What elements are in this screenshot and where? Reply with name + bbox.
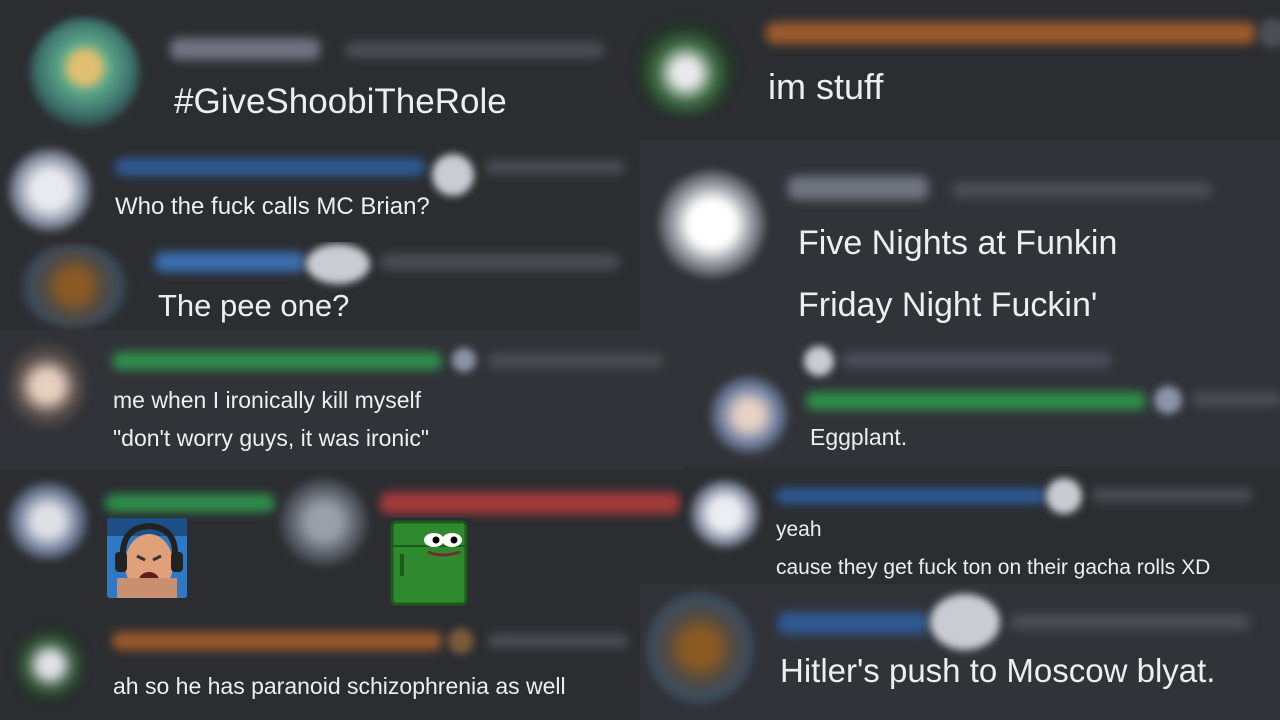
role-icon bbox=[1258, 18, 1280, 48]
avatar[interactable] bbox=[710, 376, 788, 454]
timestamp bbox=[1192, 392, 1280, 406]
username[interactable] bbox=[105, 494, 275, 512]
message-text-line1: yeah bbox=[776, 518, 822, 541]
avatar[interactable] bbox=[658, 170, 766, 278]
message-panel-6: ah so he has paranoid schizophrenia as w… bbox=[0, 610, 640, 720]
username[interactable] bbox=[806, 392, 1146, 410]
avatar[interactable] bbox=[8, 482, 88, 560]
message-text-line2: cause they get fuck ton on their gacha r… bbox=[776, 556, 1211, 579]
reply-avatar bbox=[804, 346, 834, 376]
message-panel-r2: Five Nights at Funkin Friday Night Fucki… bbox=[640, 140, 1280, 340]
message-panel-1: #GiveShoobiTheRole bbox=[0, 0, 618, 140]
username[interactable] bbox=[766, 22, 1256, 44]
message-text: The pee one? bbox=[158, 288, 350, 323]
username[interactable] bbox=[115, 158, 425, 176]
username[interactable] bbox=[170, 38, 320, 60]
message-text: Hitler's push to Moscow blyat. bbox=[780, 652, 1216, 689]
username[interactable] bbox=[155, 252, 305, 272]
timestamp bbox=[380, 254, 620, 270]
username[interactable] bbox=[778, 612, 928, 634]
role-icon bbox=[1154, 386, 1182, 414]
timestamp bbox=[952, 182, 1212, 198]
message-text: ah so he has paranoid schizophrenia as w… bbox=[113, 673, 566, 699]
message-panel-r1: im stuff bbox=[618, 0, 1280, 140]
message-panel-3: The pee one? bbox=[0, 242, 640, 330]
message-panel-r5: Hitler's push to Moscow blyat. bbox=[640, 584, 1280, 720]
role-icon bbox=[432, 154, 474, 196]
avatar[interactable] bbox=[636, 18, 736, 118]
avatar[interactable] bbox=[30, 18, 140, 128]
role-icon bbox=[1046, 478, 1082, 514]
message-panel-5 bbox=[0, 470, 684, 610]
role-icon bbox=[448, 628, 474, 654]
timestamp bbox=[485, 160, 625, 174]
avatar[interactable] bbox=[690, 480, 760, 548]
avatar[interactable] bbox=[280, 478, 368, 566]
pepe-fridge-emote bbox=[386, 518, 472, 608]
message-text: #GiveShoobiTheRole bbox=[174, 82, 507, 121]
avatar[interactable] bbox=[8, 148, 92, 232]
message-text-line1: me when I ironically kill myself bbox=[113, 387, 422, 413]
screaming-man-headset-emote bbox=[107, 518, 187, 598]
role-icon bbox=[306, 244, 370, 284]
message-text-line2: Friday Night Fuckin' bbox=[798, 286, 1098, 324]
message-text: Eggplant. bbox=[810, 424, 908, 450]
avatar[interactable] bbox=[646, 592, 754, 704]
avatar[interactable] bbox=[20, 244, 128, 328]
message-text: im stuff bbox=[768, 66, 884, 107]
username[interactable] bbox=[776, 488, 1046, 504]
avatar[interactable] bbox=[8, 342, 86, 430]
username[interactable] bbox=[788, 176, 928, 200]
message-text-line1: Five Nights at Funkin bbox=[798, 224, 1118, 262]
timestamp bbox=[1010, 614, 1250, 630]
message-panel-2: Who the fuck calls MC Brian? bbox=[0, 140, 640, 242]
message-panel-r4: yeah cause they get fuck ton on their ga… bbox=[684, 466, 1280, 584]
timestamp bbox=[488, 354, 663, 368]
message-panel-4: me when I ironically kill myself "don't … bbox=[0, 330, 684, 470]
message-panel-r3: Eggplant. bbox=[684, 340, 1280, 466]
timestamp bbox=[345, 42, 605, 58]
timestamp bbox=[488, 634, 628, 648]
role-icon bbox=[930, 594, 1000, 650]
username[interactable] bbox=[112, 632, 442, 650]
reply-preview bbox=[842, 352, 1112, 368]
username[interactable] bbox=[112, 352, 442, 370]
username[interactable] bbox=[380, 492, 680, 514]
message-text: Who the fuck calls MC Brian? bbox=[115, 193, 430, 220]
role-icon bbox=[452, 348, 476, 372]
timestamp bbox=[1092, 488, 1252, 502]
message-text-line2: "don't worry guys, it was ironic" bbox=[113, 425, 429, 451]
avatar[interactable] bbox=[14, 626, 86, 704]
